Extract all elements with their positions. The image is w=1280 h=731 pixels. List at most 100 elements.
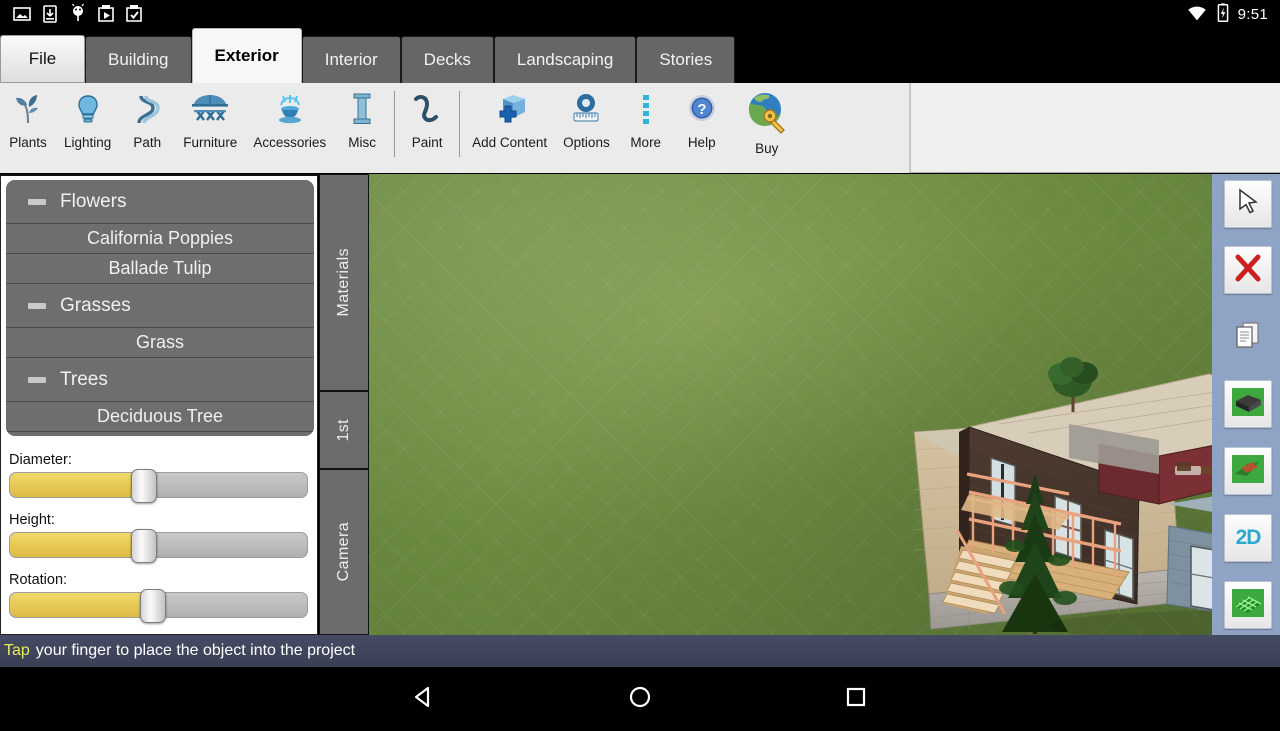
roof-tool-button[interactable] [1224,380,1272,428]
slider-fill [10,593,153,617]
paint-brush-stroke-icon [407,89,447,129]
slider-thumb[interactable] [140,589,166,623]
tab-building[interactable]: Building [85,36,192,83]
help-question-icon: ? [682,89,722,129]
column-icon [342,89,382,129]
ribbon-label-lighting: Lighting [64,135,111,150]
collapse-minus-icon[interactable] [28,377,46,383]
status-hint-bar: Tap your finger to place the object into… [0,635,1280,667]
ribbon-button-options[interactable]: Options [555,83,618,171]
slider-height[interactable] [9,532,308,558]
battery-charging-icon [1215,2,1231,26]
ribbon-label-accessories: Accessories [253,135,326,150]
app-root: 9:51 File Building Exterior Interior Dec… [0,0,1280,731]
catalog-item-label: California Poppies [87,228,233,249]
select-tool-button[interactable] [1224,180,1272,228]
ribbon-button-furniture[interactable]: Furniture [175,83,245,171]
ribbon-label-furniture: Furniture [183,135,237,150]
ribbon-button-more[interactable]: More [618,83,674,171]
house-model [369,174,1212,635]
hint-text: your finger to place the object into the… [36,642,355,660]
back-triangle-icon [411,684,437,715]
floor-tool-button[interactable] [1224,447,1272,495]
catalog-item-ballade-tulip[interactable]: Ballade Tulip [6,254,314,284]
app-installed-icon [122,2,146,26]
ribbon-separator-2 [459,91,460,157]
patio-furniture-icon [190,89,230,129]
android-status-bar: 9:51 [0,0,1280,28]
slider-thumb[interactable] [131,469,157,503]
catalog-group-flowers[interactable]: Flowers [6,180,314,224]
nav-recents-button[interactable] [824,667,888,731]
slider-thumb[interactable] [131,529,157,563]
floor-tilt-icon [1231,454,1265,489]
nav-home-button[interactable] [608,667,672,731]
ribbon-tab-bar: File Building Exterior Interior Decks La… [0,28,1280,83]
ribbon-button-plants[interactable]: Plants [0,83,56,171]
android-nav-bar [0,667,1280,731]
ribbon-label-more: More [630,135,661,150]
tab-exterior[interactable]: Exterior [192,28,302,83]
roof-3d-icon [1231,387,1265,422]
slider-fill [10,473,144,497]
delete-x-icon [1233,253,1263,288]
ribbon-button-buy[interactable]: Buy [736,83,798,171]
download-icon [38,2,62,26]
copy-tool-button[interactable] [1224,313,1272,361]
slider-label-rotation: Rotation: [1,572,319,588]
delete-tool-button[interactable] [1224,246,1272,294]
catalog-group-grasses[interactable]: Grasses [6,284,314,328]
copy-pages-icon [1233,320,1263,355]
lightbulb-icon [68,89,108,129]
catalog-item-grass[interactable]: Grass [6,328,314,358]
tab-decks[interactable]: Decks [401,36,494,83]
nav-back-button[interactable] [392,667,456,731]
tab-file[interactable]: File [0,35,85,83]
tab-list: File Building Exterior Interior Decks La… [0,28,735,83]
ribbon-label-add-content: Add Content [472,135,547,150]
vtab-1st[interactable]: 1st [319,391,369,469]
ribbon-button-lighting[interactable]: Lighting [56,83,119,171]
slider-group-rotation: Rotation: [1,572,319,618]
grid-tool-button[interactable] [1224,581,1272,629]
ribbon-button-paint[interactable]: Paint [399,83,455,171]
collapse-minus-icon[interactable] [28,199,46,205]
image-icon [10,2,34,26]
slider-fill [10,533,144,557]
collapse-minus-icon[interactable] [28,303,46,309]
tab-landscaping[interactable]: Landscaping [494,36,636,83]
tab-interior[interactable]: Interior [302,36,401,83]
ribbon-button-path[interactable]: Path [119,83,175,171]
catalog-item-california-poppies[interactable]: California Poppies [6,224,314,254]
home-circle-icon [627,684,653,715]
select-arrow-icon [1233,187,1263,222]
status-clock: 9:51 [1238,6,1268,23]
catalog-list[interactable]: Flowers California Poppies Ballade Tulip… [6,180,314,436]
right-tool-palette: 2D [1212,174,1280,635]
3d-viewport[interactable] [369,174,1212,635]
slider-diameter[interactable] [9,472,308,498]
catalog-item-deciduous-tree[interactable]: Deciduous Tree [6,402,314,432]
svg-text:?: ? [697,101,706,118]
ribbon-button-accessories[interactable]: Accessories [245,83,334,171]
slider-rotation[interactable] [9,592,308,618]
buy-globe-key-icon [744,89,790,135]
catalog-group-label: Grasses [60,295,131,317]
ribbon-button-help[interactable]: ? Help [674,83,730,171]
ribbon-button-misc[interactable]: Misc [334,83,390,171]
slider-group-height: Height: [1,512,319,558]
catalog-group-trees[interactable]: Trees [6,358,314,402]
two-d-view-button[interactable]: 2D [1224,514,1272,562]
vtab-camera[interactable]: Camera [319,469,369,635]
ribbon-buttons: Plants Lighting [0,83,910,173]
more-dots-icon [626,89,666,129]
ribbon-button-add-content[interactable]: Add Content [464,83,555,171]
android-icon [66,2,90,26]
ribbon-label-misc: Misc [348,135,376,150]
slider-group-diameter: Diameter: [1,452,319,498]
vertical-tab-strip: Materials 1st Camera [319,174,369,635]
ribbon-label-help: Help [688,135,716,150]
vtab-materials[interactable]: Materials [319,174,369,391]
ribbon-toolbar: Plants Lighting [0,83,1280,173]
tab-stories[interactable]: Stories [636,36,735,83]
